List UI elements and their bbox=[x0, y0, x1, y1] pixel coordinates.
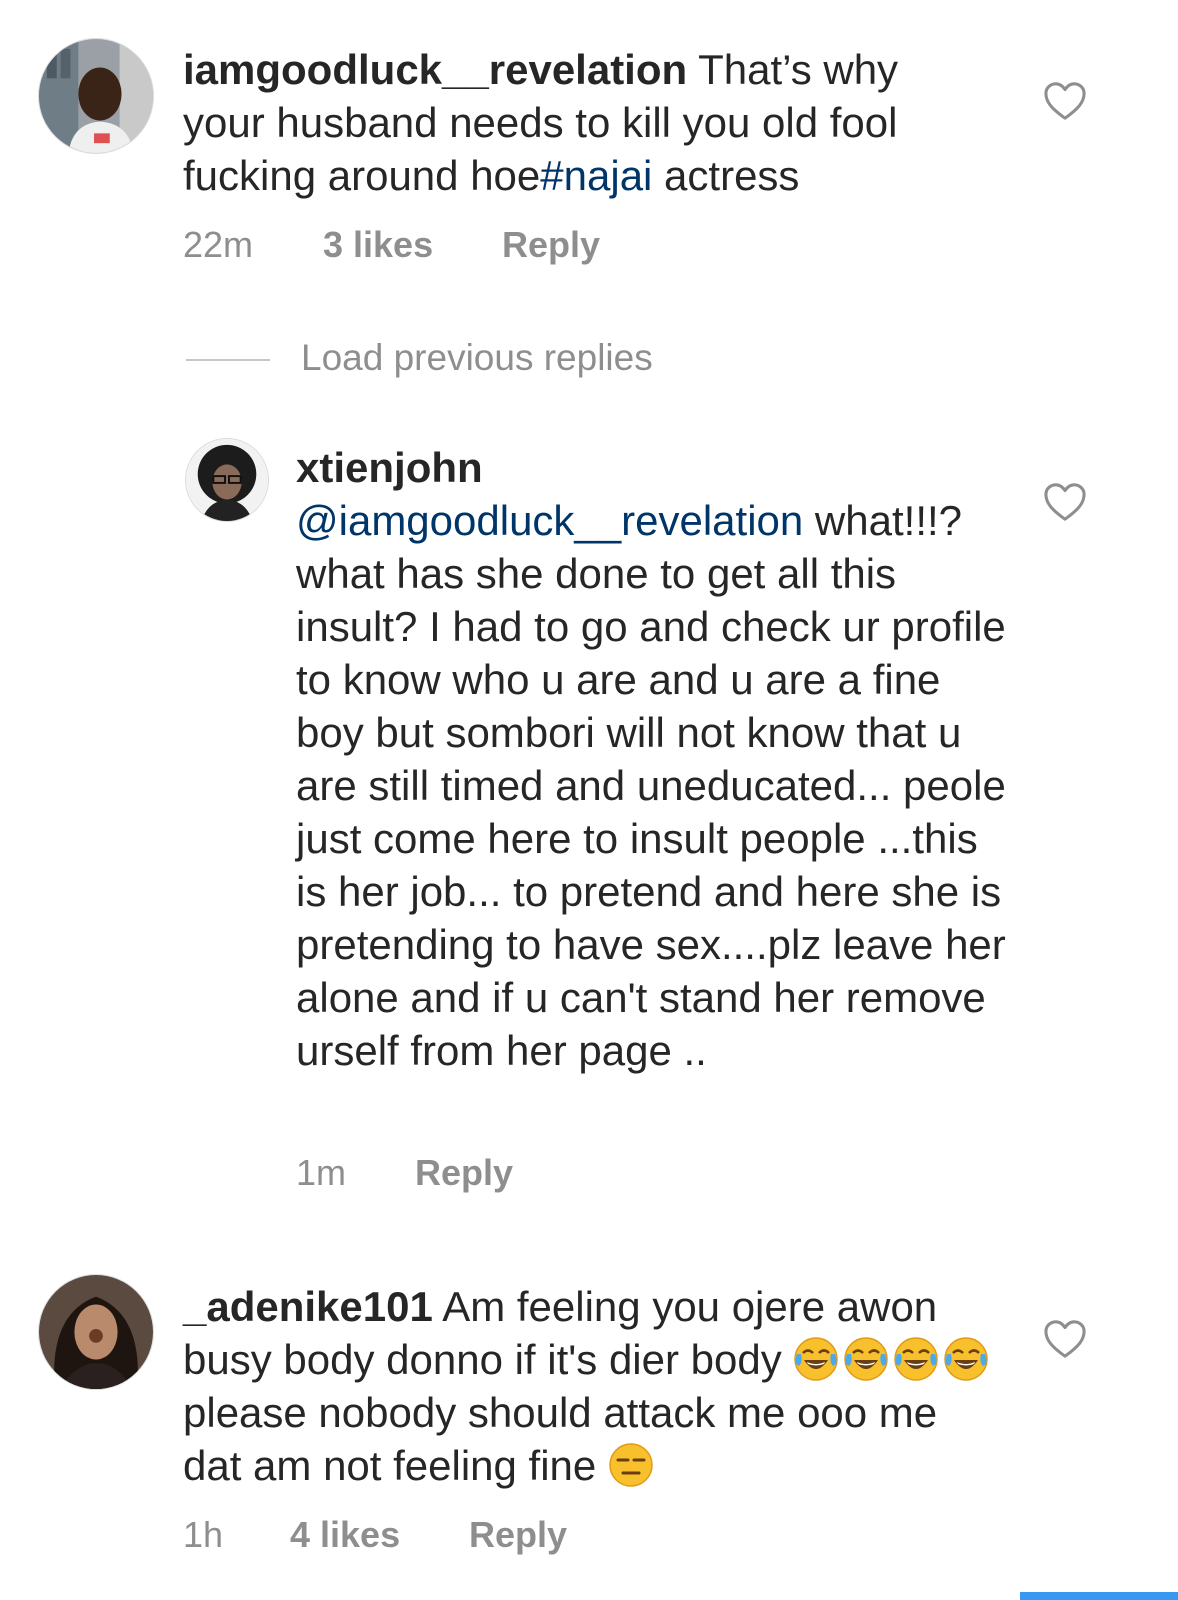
reply-meta: 1m Reply bbox=[296, 1152, 513, 1194]
comment-username[interactable]: _adenike101 bbox=[183, 1283, 433, 1330]
comment-text: _adenike101 Am feeling you ojere awon bu… bbox=[183, 1280, 1003, 1492]
likes-count[interactable]: 3 likes bbox=[323, 224, 502, 266]
reply-button[interactable]: Reply bbox=[415, 1152, 513, 1194]
comment-body-end: please nobody should attack me ooo me da… bbox=[183, 1389, 938, 1489]
divider-line bbox=[186, 359, 270, 361]
expressionless-face-emoji-icon bbox=[608, 1442, 654, 1488]
load-previous-replies-button[interactable]: Load previous replies bbox=[301, 337, 653, 379]
comment-username[interactable]: iamgoodluck__revelation bbox=[183, 46, 687, 93]
reply-button[interactable]: Reply bbox=[469, 1514, 567, 1556]
comment-meta: 22m 3 likes Reply bbox=[183, 224, 600, 266]
comment-meta: 1h 4 likes Reply bbox=[183, 1514, 567, 1556]
reply-text: xtienjohn @iamgoodluck__revelation what!!… bbox=[296, 441, 1006, 1077]
avatar-photo bbox=[39, 1275, 153, 1389]
comment-time: 22m bbox=[183, 224, 254, 265]
comment-time: 1h bbox=[183, 1514, 224, 1555]
tears-of-joy-emoji-icon bbox=[843, 1336, 889, 1382]
mention-link[interactable]: @iamgoodluck__revelation bbox=[296, 497, 803, 544]
avatar-photo bbox=[39, 39, 153, 153]
tears-of-joy-emoji-icon bbox=[943, 1336, 989, 1382]
tears-of-joy-emoji-icon bbox=[893, 1336, 939, 1382]
avatar-photo bbox=[186, 439, 268, 521]
avatar[interactable] bbox=[38, 38, 154, 154]
hashtag-link[interactable]: #najai bbox=[540, 152, 652, 199]
tears-of-joy-emoji-icon bbox=[793, 1336, 839, 1382]
avatar[interactable] bbox=[185, 438, 269, 522]
scroll-indicator bbox=[1020, 1592, 1178, 1600]
like-heart-icon[interactable] bbox=[1042, 1318, 1088, 1360]
like-heart-icon[interactable] bbox=[1042, 80, 1088, 122]
reply-button[interactable]: Reply bbox=[502, 224, 600, 266]
avatar[interactable] bbox=[38, 1274, 154, 1390]
comment-body-end: actress bbox=[652, 152, 800, 199]
like-heart-icon[interactable] bbox=[1042, 481, 1088, 523]
reply-time: 1m bbox=[296, 1152, 347, 1193]
reply-username[interactable]: xtienjohn bbox=[296, 441, 1006, 494]
reply-body: what!!!? what has she done to get all th… bbox=[296, 497, 1006, 1074]
comment-text: iamgoodluck__revelation That’s why your … bbox=[183, 43, 983, 202]
likes-count[interactable]: 4 likes bbox=[290, 1514, 469, 1556]
